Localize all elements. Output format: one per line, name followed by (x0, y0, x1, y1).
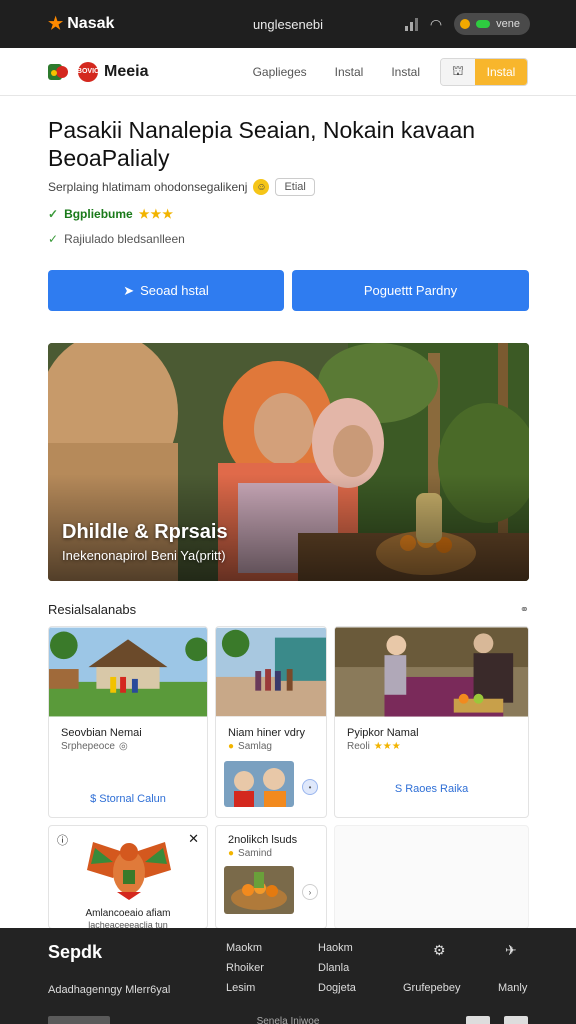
footer-link[interactable]: Rhoiker (226, 958, 264, 978)
card-subtitle: ● Samind (228, 848, 272, 859)
card-link[interactable]: $ Stornal Calun (49, 793, 207, 805)
install-button[interactable]: Instal (475, 58, 527, 85)
toolbox-icon: ⛫ (452, 62, 464, 78)
garuda-emblem-image (87, 842, 171, 900)
footer-bottom-button[interactable] (504, 1016, 528, 1024)
card-subtitle: Reoli ★★★ (347, 741, 401, 752)
top-nav: Gaplieges Instal Instal (225, 65, 420, 79)
secondary-button[interactable]: Poguettt Pardny (292, 270, 529, 311)
footer-link-grufepebey[interactable]: Grufepebey (403, 978, 460, 998)
link-icon[interactable]: ⚭ (520, 603, 529, 616)
nav-link-instal-1[interactable]: Instal (335, 65, 364, 79)
status-bar: ★ Nasak unglesenebi ◠ vene (0, 0, 576, 48)
hero-heading: Dhildle & Rprsais (62, 521, 228, 543)
footer-logo-text: Sepdk (48, 942, 103, 962)
logo-text: Meeia (104, 62, 149, 80)
footer-link[interactable]: Lesim (226, 978, 264, 998)
check-icon: ✓ (48, 232, 59, 246)
logo-mark-icon (48, 62, 72, 82)
card-link[interactable]: S Raoes Raika (335, 783, 528, 795)
subline: Serplaing hlatimam ohodonsegalikenj ☺ Et… (48, 178, 315, 196)
card-title: 2nolikch lsuds (228, 834, 298, 846)
fruit-basket-thumbnail (224, 866, 294, 914)
app-logo[interactable]: BOVIC Meeia (48, 61, 149, 82)
footer-tagline: Adadhagenngy Mlerr6yal (48, 984, 171, 996)
nav-link-gaplieges[interactable]: Gaplieges (253, 65, 307, 79)
install-tool-button[interactable]: ⛫ (441, 58, 475, 85)
footer-col-1: Maokm Rhoiker Lesim (226, 938, 264, 998)
subline-text: Serplaing hlatimam ohodonsegalikenj (48, 180, 248, 194)
subline-tag[interactable]: Etial (275, 178, 315, 196)
card-title: Amlancoeaio afiam (85, 908, 171, 919)
globe-icon[interactable]: ⚙ (433, 942, 446, 959)
install-button-group: ⛫ Instal (440, 57, 528, 86)
card-seovbian[interactable]: Seovbian Nemai Srphepeoce ◎ $ Stornal Ca… (48, 626, 208, 818)
card-subtitle: Srphepeoce ◎ (61, 741, 128, 752)
star-icon: ● (228, 848, 235, 859)
footer: Sepdk Adadhagenngy Mlerr6yal Maokm Rhoik… (0, 928, 576, 1024)
village-house-image (49, 627, 207, 717)
page-title: Pasakii Nanalepia Seaian, Nokain kavaan … (48, 117, 476, 171)
footer-link-manly[interactable]: Manly (498, 978, 527, 998)
primary-install-label: Seoad hstal (140, 283, 209, 298)
card-amlancoeaio[interactable]: ⓘ ✕ Amlancoeaio afiam lacheaceeeaclia tu… (48, 825, 208, 929)
footer-link[interactable]: Dogjeta (318, 978, 356, 998)
card-title: Niam hiner vdry (228, 727, 306, 739)
card-pyipkor[interactable]: Pyipkor Namal Reoli ★★★ S Raoes Raika (334, 626, 529, 818)
hero-image[interactable]: Dhildle & Rprsais Inekenonapirol Beni Ya… (48, 343, 529, 581)
footer-col-2: Haokm Dlanla Dogjeta (318, 938, 356, 998)
card-title: Pyipkor Namal (347, 727, 419, 739)
card-placeholder (334, 825, 529, 929)
bird-icon: ➤ (123, 282, 135, 298)
card-niam[interactable]: Niam hiner vdry ● Samlag • (215, 626, 327, 818)
info-label: Rajiulado bledsanlleen (64, 232, 185, 246)
star-icon: ● (228, 741, 235, 752)
card-stars: ★★★ (373, 741, 401, 752)
more-button[interactable]: › (302, 884, 318, 900)
status-pill-label: vene (496, 18, 520, 30)
card-title: Seovbian Nemai (61, 727, 142, 739)
footer-bottom-button[interactable] (466, 1016, 490, 1024)
section-header: Resialsalanabs ⚭ (48, 602, 529, 617)
card-subtitle-text: Reoli (347, 741, 370, 752)
status-brand-label: Nasak (67, 15, 115, 32)
footer-link[interactable]: Haokm (318, 938, 356, 958)
signal-icon (404, 18, 418, 31)
rating-label: Bgpliebume (64, 207, 133, 221)
wifi-icon: ◠ (429, 15, 443, 32)
card-subtitle-text: Samlag (238, 741, 272, 752)
footer-link[interactable]: Dlanla (318, 958, 356, 978)
hero-subheading: Inekenonapirol Beni Ya(pritt) (62, 548, 226, 563)
primary-install-button[interactable]: ➤ Seoad hstal (48, 270, 284, 311)
status-brand: ★ Nasak (48, 14, 114, 34)
footer-logo[interactable]: Sepdk (48, 942, 102, 963)
card-subtitle: ● Samlag (228, 741, 272, 752)
section-title: Resialsalanabs (48, 602, 137, 617)
rating-stars: ★★★ (138, 207, 175, 221)
card-2nolikch[interactable]: 2nolikch lsuds ● Samind › (215, 825, 327, 929)
logo-badge: BOVIC (77, 61, 99, 82)
more-button[interactable]: • (302, 779, 318, 795)
village-street-image (216, 627, 326, 717)
market-stall-image (335, 627, 528, 717)
toggle-icon (476, 20, 491, 28)
close-icon[interactable]: ✕ (188, 831, 199, 847)
smiley-icon: ☺ (253, 179, 270, 195)
info-icon: ◎ (118, 741, 128, 752)
status-pill[interactable]: vene (454, 13, 530, 35)
card-subtitle-text: Srphepeoce (61, 741, 115, 752)
info-row: ✓ Rajiulado bledsanlleen (48, 232, 185, 246)
rocket-icon[interactable]: ✈ (505, 942, 517, 959)
footer-link[interactable]: Maokm (226, 938, 264, 958)
app-header: BOVIC Meeia Gaplieges Instal Instal ⛫ In… (0, 48, 576, 96)
battery-dot-icon (460, 19, 471, 29)
rating-row: ✓ Bgpliebume ★★★ (48, 207, 174, 221)
nav-link-instal-2[interactable]: Instal (391, 65, 420, 79)
star-icon: ★ (48, 14, 64, 33)
hero-caption: Dhildle & Rprsais Inekenonapirol Beni Ya… (62, 521, 228, 563)
check-icon: ✓ (48, 207, 59, 221)
children-thumbnail (224, 761, 294, 807)
info-icon: ⓘ (57, 835, 68, 847)
card-subtitle-text: Samind (238, 848, 272, 859)
